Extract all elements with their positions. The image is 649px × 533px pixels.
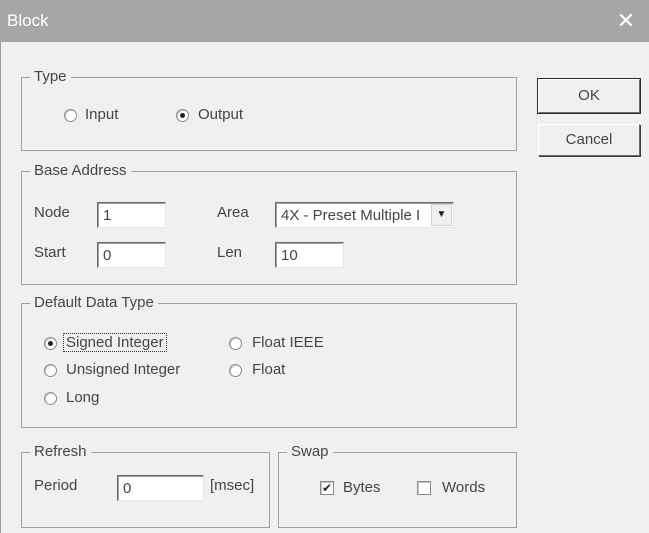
refresh-legend: Refresh bbox=[30, 442, 91, 462]
words-label[interactable]: Words bbox=[442, 478, 485, 498]
type-legend: Type bbox=[30, 67, 71, 87]
area-select[interactable]: 4X - Preset Multiple I ▼ bbox=[275, 202, 454, 228]
words-checkbox[interactable] bbox=[417, 481, 431, 495]
type-group: Type Input Output bbox=[21, 67, 517, 151]
output-radio[interactable] bbox=[176, 109, 189, 122]
data-type-legend: Default Data Type bbox=[30, 293, 158, 313]
chevron-down-icon[interactable]: ▼ bbox=[431, 204, 452, 226]
bytes-checkbox[interactable]: ✔ bbox=[320, 481, 334, 495]
node-label: Node bbox=[34, 204, 70, 221]
cancel-button[interactable]: Cancel bbox=[538, 124, 640, 156]
long-label[interactable]: Long bbox=[66, 388, 99, 408]
swap-legend: Swap bbox=[287, 442, 333, 462]
float-ieee-radio[interactable] bbox=[229, 337, 242, 350]
ok-button[interactable]: OK bbox=[537, 78, 641, 114]
long-radio[interactable] bbox=[44, 392, 57, 405]
signed-integer-label[interactable]: Signed Integer bbox=[63, 333, 167, 353]
unsigned-integer-radio[interactable] bbox=[44, 364, 57, 377]
signed-integer-radio[interactable] bbox=[44, 337, 57, 350]
title-bar: Block ✕ bbox=[0, 0, 649, 42]
float-radio[interactable] bbox=[229, 364, 242, 377]
window-border bbox=[0, 42, 1, 533]
base-address-group: Base Address Node 1 Area 4X - Preset Mul… bbox=[21, 161, 517, 285]
len-label: Len bbox=[217, 244, 243, 261]
refresh-group: Refresh Period 0 [msec] bbox=[21, 442, 270, 528]
area-label: Area bbox=[217, 204, 249, 221]
swap-group: Swap ✔ Bytes Words bbox=[278, 442, 517, 528]
input-radio[interactable] bbox=[64, 109, 77, 122]
unsigned-integer-label[interactable]: Unsigned Integer bbox=[66, 360, 180, 380]
bytes-label[interactable]: Bytes bbox=[343, 478, 381, 498]
close-icon[interactable]: ✕ bbox=[603, 0, 649, 42]
window-title: Block bbox=[7, 11, 49, 30]
area-select-value: 4X - Preset Multiple I bbox=[281, 207, 421, 224]
output-radio-label[interactable]: Output bbox=[198, 105, 243, 125]
period-unit-label: [msec] bbox=[210, 477, 255, 494]
float-ieee-label[interactable]: Float IEEE bbox=[252, 333, 324, 353]
period-label: Period bbox=[34, 477, 78, 494]
start-field[interactable]: 0 bbox=[97, 242, 166, 268]
input-radio-label[interactable]: Input bbox=[85, 105, 118, 125]
float-label[interactable]: Float bbox=[252, 360, 285, 380]
len-field[interactable]: 10 bbox=[275, 242, 344, 268]
node-field[interactable]: 1 bbox=[97, 202, 166, 228]
start-label: Start bbox=[34, 244, 66, 261]
period-field[interactable]: 0 bbox=[117, 475, 204, 501]
data-type-group: Default Data Type Signed Integer Unsigne… bbox=[21, 293, 517, 428]
base-address-legend: Base Address bbox=[30, 161, 131, 181]
focus-rectangle: Signed Integer bbox=[63, 333, 167, 352]
